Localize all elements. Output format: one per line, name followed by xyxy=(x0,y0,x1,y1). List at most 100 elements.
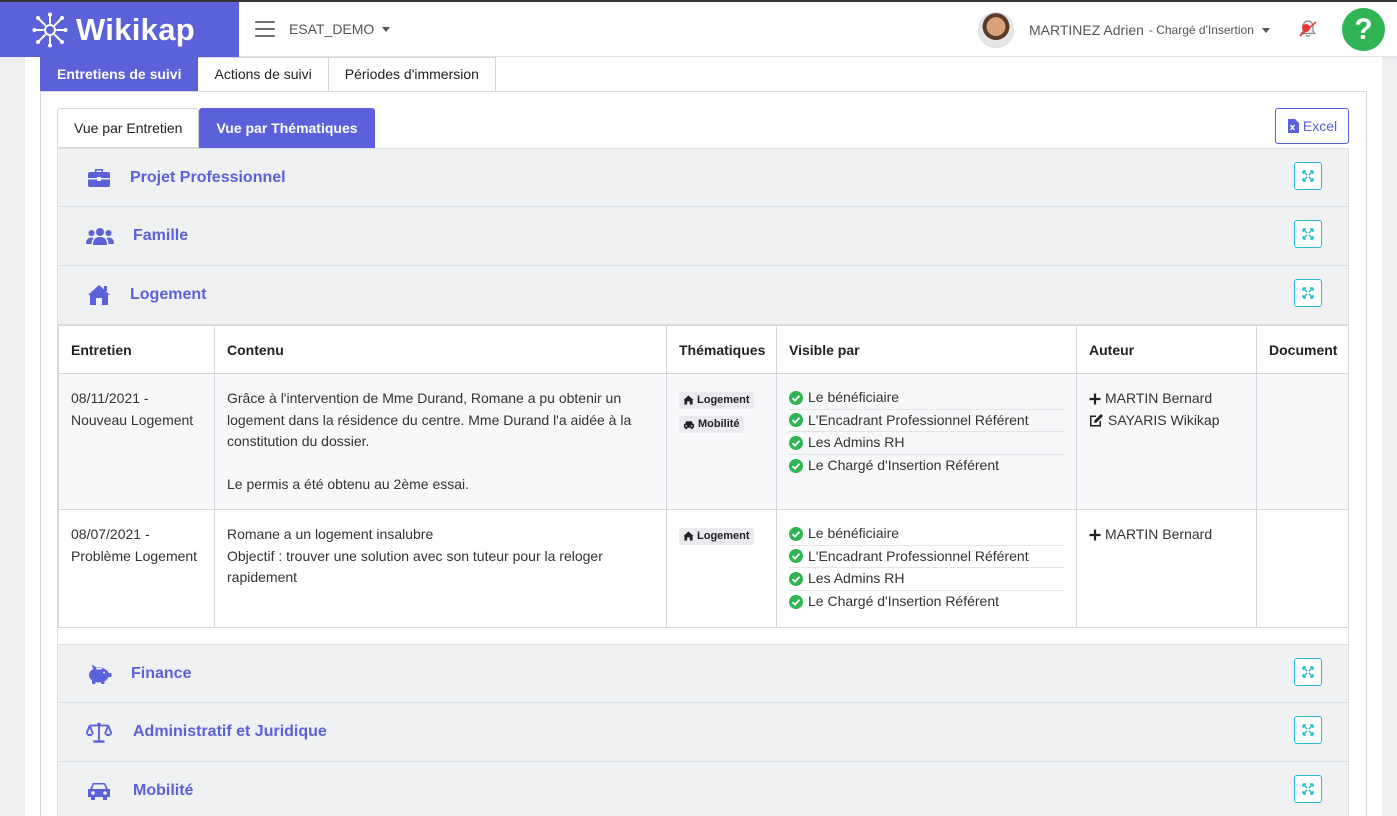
caret-down-icon xyxy=(382,26,391,32)
visible-par-item: Le bénéficiaire xyxy=(789,387,1064,410)
excel-export-button[interactable]: Excel xyxy=(1275,108,1349,144)
contenu-cell: Grâce à l'intervention de Mme Durand, Ro… xyxy=(214,373,667,510)
expand-icon[interactable] xyxy=(1294,775,1322,803)
main-tabs: Entretiens de suivi Actions de suivi Pér… xyxy=(40,57,496,92)
organization-label: ESAT_DEMO xyxy=(289,21,375,37)
visible-par-cell: Le bénéficiaire L'Encadrant Professionne… xyxy=(776,373,1077,510)
tab-actions-de-suivi[interactable]: Actions de suivi xyxy=(198,57,329,92)
thematiques-cell: Logement Mobilité xyxy=(666,373,777,510)
document-cell xyxy=(1256,509,1349,628)
expand-icon[interactable] xyxy=(1294,220,1322,248)
entretien-cell: 08/11/2021 - Nouveau Logement xyxy=(58,373,215,510)
section-header-famille[interactable]: Famille xyxy=(57,207,1349,266)
visible-par-item: Les Admins RH xyxy=(789,568,1064,591)
home-icon xyxy=(683,531,694,541)
users-icon xyxy=(86,224,114,248)
author-edited: SAYARIS Wikikap xyxy=(1089,410,1244,432)
tab-entretiens-de-suivi[interactable]: Entretiens de suivi xyxy=(40,57,199,92)
section-header-mobilite[interactable]: Mobilité xyxy=(57,762,1349,816)
snowflake-logo-icon xyxy=(32,12,68,47)
visible-par-item: L'Encadrant Professionnel Référent xyxy=(789,410,1064,432)
plus-icon xyxy=(1089,529,1101,541)
file-excel-icon xyxy=(1287,119,1299,133)
tab-periodes-immersion[interactable]: Périodes d'immersion xyxy=(328,57,496,92)
user-name: MARTINEZ Adrien xyxy=(1029,22,1144,38)
section-title: Logement xyxy=(130,286,207,303)
section-header-finance[interactable]: Finance xyxy=(57,644,1349,703)
visible-par-item: Le Chargé d'Insertion Référent xyxy=(789,591,1064,614)
caret-down-icon xyxy=(1261,27,1270,33)
check-circle-icon xyxy=(789,549,803,564)
section-header-logement[interactable]: Logement xyxy=(57,266,1349,325)
entretien-date: 08/07/2021 - xyxy=(71,526,150,542)
expand-icon[interactable] xyxy=(1294,162,1322,190)
user-avatar xyxy=(978,12,1014,48)
entretien-title: Nouveau Logement xyxy=(71,411,194,428)
section-title: Administratif et Juridique xyxy=(133,723,327,740)
section-header-administratif-juridique[interactable]: Administratif et Juridique xyxy=(57,703,1349,762)
tab-panel: Vue par Entretien Vue par Thématiques Ex… xyxy=(40,91,1367,816)
thematiques-cell: Logement xyxy=(666,509,777,628)
column-header: Visible par xyxy=(776,325,1077,374)
section-body-logement: Entretien Contenu Thématiques Visible pa… xyxy=(57,325,1349,644)
tab-vue-par-thematiques[interactable]: Vue par Thématiques xyxy=(199,108,375,148)
car-icon xyxy=(86,779,112,803)
theme-badge: Mobilité xyxy=(679,416,744,433)
contenu-text: Romane a un logement insalubre xyxy=(227,526,434,542)
check-circle-icon xyxy=(789,594,803,609)
user-menu[interactable]: MARTINEZ Adrien - Chargé d'Insertion xyxy=(978,12,1270,48)
top-navbar: Wikikap ESAT_DEMO MARTINEZ Adrien - Char… xyxy=(0,0,1397,57)
author-created: MARTIN Bernard xyxy=(1089,388,1244,410)
table-header-row: Entretien Contenu Thématiques Visible pa… xyxy=(58,325,1349,374)
column-header: Auteur xyxy=(1076,325,1257,374)
check-circle-icon xyxy=(789,458,803,473)
menu-toggle-icon[interactable] xyxy=(255,21,275,37)
brand-name: Wikikap xyxy=(76,11,195,47)
excel-label: Excel xyxy=(1302,118,1338,134)
expand-icon[interactable] xyxy=(1294,279,1322,307)
contenu-text: Grâce à l'intervention de Mme Durand, Ro… xyxy=(227,390,632,449)
section-title: Projet Professionnel xyxy=(130,168,286,186)
section-title: Finance xyxy=(131,664,192,682)
organization-dropdown[interactable]: ESAT_DEMO xyxy=(289,21,391,37)
notifications-bell-icon[interactable] xyxy=(1298,19,1318,39)
document-cell xyxy=(1256,373,1349,510)
balance-scale-icon xyxy=(86,720,112,744)
section-title: Mobilité xyxy=(133,782,194,799)
thematic-accordion: Projet Professionnel Famille Logement En… xyxy=(57,148,1349,816)
column-header: Entretien xyxy=(58,325,215,374)
brand-logo[interactable]: Wikikap xyxy=(0,2,239,57)
check-circle-icon xyxy=(789,413,803,428)
check-circle-icon xyxy=(789,390,803,405)
column-header: Document xyxy=(1256,325,1349,374)
car-icon xyxy=(683,420,695,429)
theme-badge: Logement xyxy=(679,391,754,409)
visible-par-item: Le Chargé d'Insertion Référent xyxy=(789,455,1064,478)
expand-icon[interactable] xyxy=(1294,716,1322,744)
help-button[interactable]: ? xyxy=(1342,8,1385,51)
user-role: - Chargé d'Insertion xyxy=(1148,23,1254,37)
contenu-cell: Romane a un logement insalubre Objectif … xyxy=(214,509,667,628)
edit-icon xyxy=(1090,414,1103,427)
section-header-projet-professionnel[interactable]: Projet Professionnel xyxy=(57,148,1349,207)
tab-vue-par-entretien[interactable]: Vue par Entretien xyxy=(57,108,200,148)
column-header: Contenu xyxy=(214,325,667,374)
check-circle-icon xyxy=(789,526,803,541)
table-row[interactable]: 08/07/2021 - Problème Logement Romane a … xyxy=(58,509,1349,628)
table-row[interactable]: 08/11/2021 - Nouveau Logement Grâce à l'… xyxy=(58,373,1349,510)
check-circle-icon xyxy=(789,571,803,586)
visible-par-item: L'Encadrant Professionnel Référent xyxy=(789,546,1064,568)
home-icon xyxy=(86,283,112,307)
plus-icon xyxy=(1089,393,1101,405)
view-tabs: Vue par Entretien Vue par Thématiques xyxy=(57,108,375,148)
author-created: MARTIN Bernard xyxy=(1089,524,1244,546)
expand-icon[interactable] xyxy=(1294,658,1322,686)
briefcase-icon xyxy=(86,166,112,190)
visible-par-cell: Le bénéficiaire L'Encadrant Professionne… xyxy=(776,509,1077,628)
main-card: Entretiens de suivi Actions de suivi Pér… xyxy=(25,57,1382,816)
contenu-text: Objectif : trouver une solution avec son… xyxy=(227,547,603,586)
column-header: Thématiques xyxy=(666,325,777,374)
visible-par-item: Les Admins RH xyxy=(789,432,1064,455)
visible-par-item: Le bénéficiaire xyxy=(789,523,1064,546)
section-title: Famille xyxy=(133,227,189,244)
